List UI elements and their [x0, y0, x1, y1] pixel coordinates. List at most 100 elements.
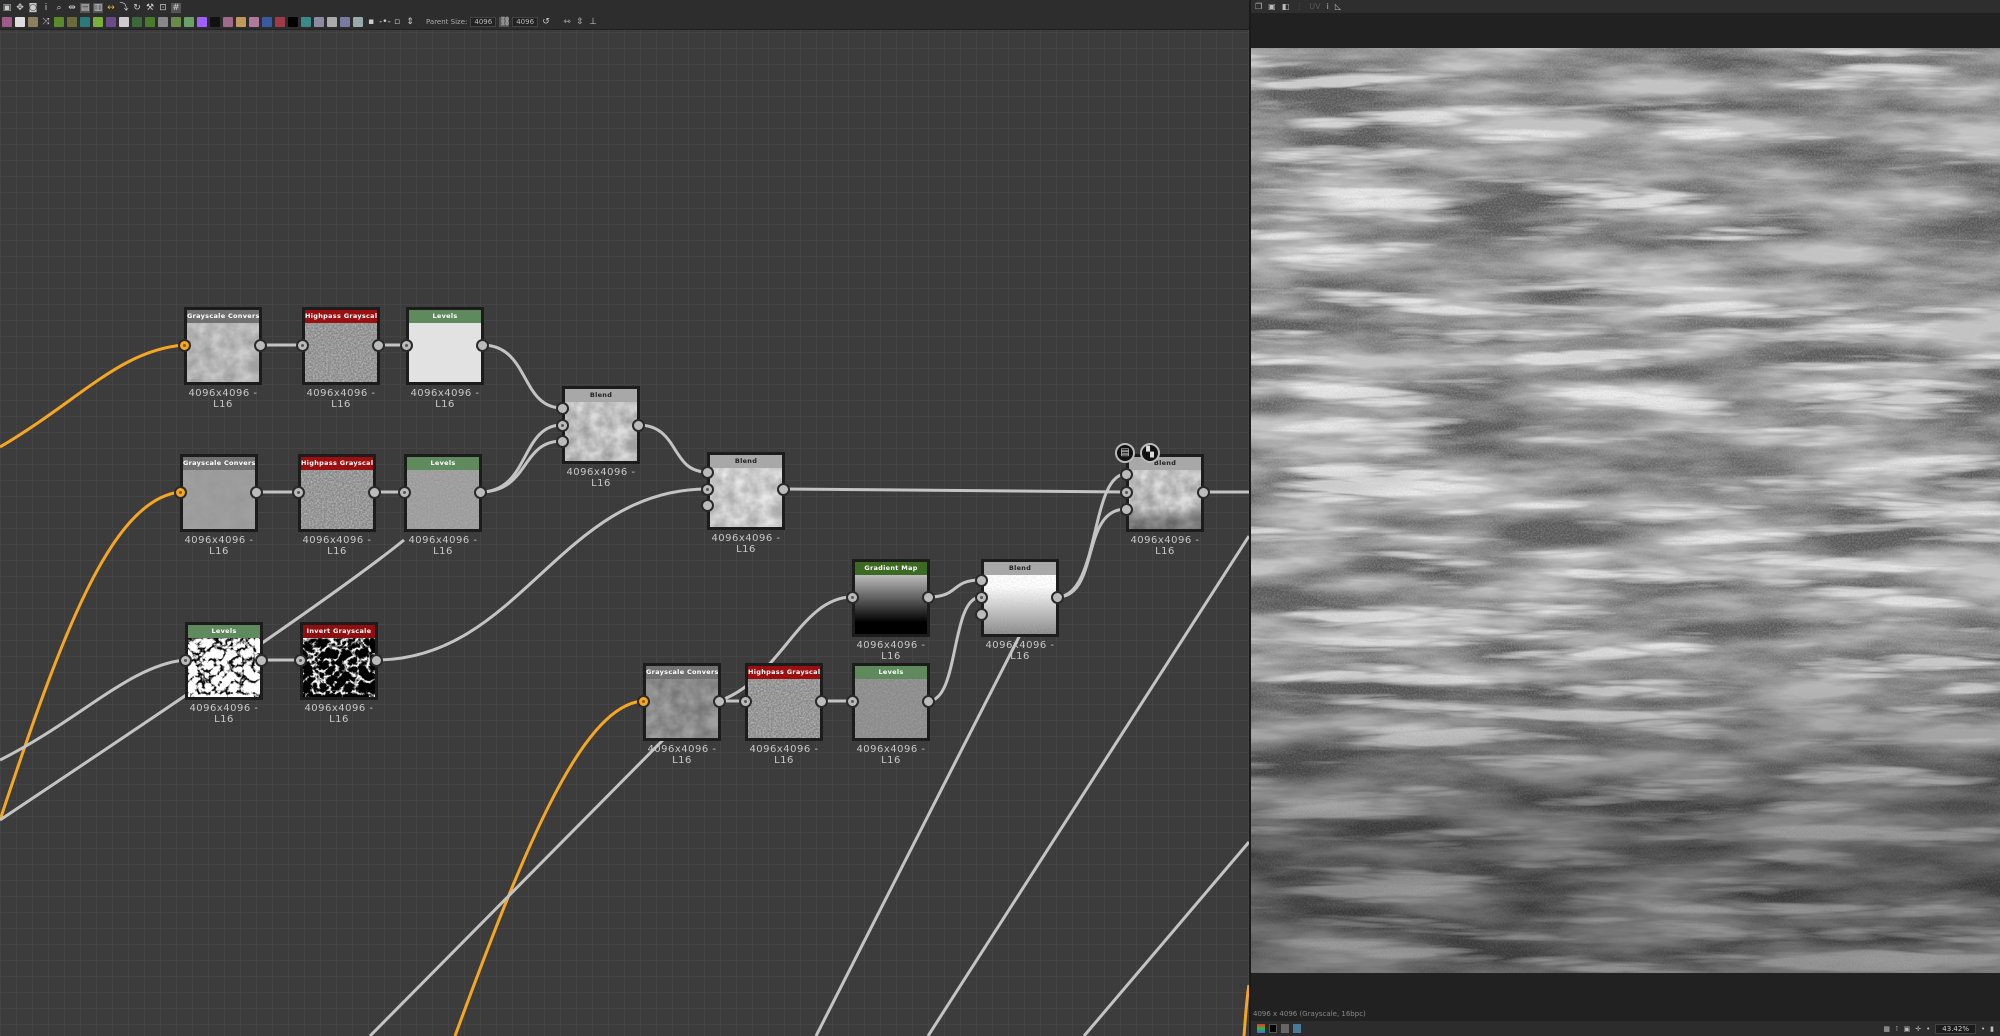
zoom-level-input[interactable]: 43.42% [1935, 1023, 1976, 1034]
background-black-icon[interactable] [1269, 1024, 1277, 1033]
reset-icon[interactable]: ↺ [541, 17, 551, 27]
output-port[interactable] [254, 339, 267, 352]
distribute-horizontal-icon[interactable]: ⇿ [562, 17, 572, 27]
save-icon[interactable]: ▣ [1268, 2, 1276, 11]
output-port[interactable] [370, 654, 383, 667]
node-levels-4[interactable]: Levels 4096x4096 - L16 [852, 663, 930, 766]
channels-icon[interactable]: ⋮ [1295, 2, 1303, 11]
move-icon[interactable]: ✥ [15, 3, 25, 13]
lock-icon[interactable]: ▮ [1990, 1025, 1994, 1033]
output-port[interactable] [1197, 486, 1210, 499]
output-port[interactable] [777, 483, 790, 496]
input-port[interactable] [1120, 503, 1133, 516]
dots-icon[interactable] [158, 17, 168, 27]
histogram-icon[interactable]: ◺ [1335, 2, 1341, 11]
output-port[interactable] [476, 339, 489, 352]
input-port[interactable] [637, 695, 650, 708]
output-port[interactable] [372, 339, 385, 352]
frame-view-icon[interactable]: ▥ [93, 3, 103, 13]
input-port[interactable] [975, 591, 988, 604]
center-icon[interactable]: ✛ [1915, 1025, 1921, 1033]
output-port[interactable] [922, 591, 935, 604]
uv-dropdown[interactable]: UV [1309, 2, 1320, 11]
fit-icon[interactable]: ▣ [1904, 1025, 1911, 1033]
output-port[interactable] [632, 419, 645, 432]
split-icon[interactable] [119, 17, 129, 27]
refresh-icon[interactable]: ↻ [132, 3, 142, 13]
contrast-icon[interactable] [171, 17, 181, 27]
input-port[interactable] [556, 402, 569, 415]
input-port[interactable] [296, 339, 309, 352]
align-tool-icon[interactable]: ⊥ [588, 17, 598, 27]
circle-icon[interactable] [106, 17, 116, 27]
svg-node-icon[interactable] [15, 17, 25, 27]
output-port[interactable] [922, 695, 935, 708]
pixel-processor-icon[interactable] [288, 17, 298, 27]
input-port[interactable] [556, 419, 569, 432]
output-port[interactable] [368, 486, 381, 499]
gradient-icon[interactable] [93, 17, 103, 27]
pin-icon[interactable]: -•- [379, 17, 391, 27]
slider-icon[interactable]: ⇕ [405, 17, 415, 27]
grid-icon[interactable]: ▦ [1883, 1025, 1890, 1033]
node-levels-2[interactable]: Levels 4096x4096 - L16 [404, 454, 482, 557]
graph-instance-icon[interactable] [340, 17, 350, 27]
node-levels-3[interactable]: Levels 4096x4096 - L16 [185, 622, 263, 725]
info-icon[interactable]: i [1327, 2, 1329, 11]
input-port[interactable] [174, 486, 187, 499]
output-port[interactable] [713, 695, 726, 708]
transform-icon[interactable] [80, 17, 90, 27]
input-port[interactable] [975, 608, 988, 621]
paste-icon[interactable]: ◧ [1282, 2, 1290, 11]
node-blend-2[interactable]: Blend 4096x4096 - L16 [707, 452, 785, 555]
checker-icon[interactable]: ▚ [1140, 443, 1160, 463]
tile-icon[interactable] [145, 17, 155, 27]
link-size-icon[interactable]: ⛓ [499, 17, 511, 27]
fx-icon[interactable] [275, 17, 285, 27]
input-port[interactable] [398, 486, 411, 499]
input-port[interactable] [975, 574, 988, 587]
texture-preview[interactable] [1251, 48, 2000, 973]
node-grayscale-conversion-1[interactable]: Grayscale Convers... 4096x4096 - L16 [184, 307, 262, 410]
normal-icon[interactable] [210, 17, 220, 27]
input-port[interactable] [846, 591, 859, 604]
layout-icon[interactable]: ▤ [80, 3, 90, 13]
hsl-icon[interactable] [197, 17, 207, 27]
parent-size-dropdown[interactable]: 4096 [470, 17, 497, 27]
input-port[interactable] [1120, 486, 1133, 499]
input-port[interactable] [400, 339, 413, 352]
dropper-icon[interactable] [67, 17, 77, 27]
input-port[interactable] [701, 499, 714, 512]
info-icon[interactable]: i [41, 3, 51, 13]
input-port[interactable] [701, 483, 714, 496]
copy-icon[interactable]: ❐ [1255, 2, 1262, 11]
input-port[interactable] [739, 695, 752, 708]
node-grayscale-conversion-3[interactable]: Grayscale Convers... 4096x4096 - L16 [643, 663, 721, 766]
dot-node-icon[interactable]: ▫ [392, 17, 402, 27]
input-port[interactable] [292, 486, 305, 499]
zoom-in-icon[interactable]: • [1981, 1025, 1985, 1033]
input-port[interactable] [178, 339, 191, 352]
zoom-out-icon[interactable]: • [1926, 1025, 1930, 1033]
node-highpass-grayscale-1[interactable]: Highpass Grayscale 4096x4096 - L16 [302, 307, 380, 410]
node-highpass-grayscale-2[interactable]: Highpass Grayscale 4096x4096 - L16 [298, 454, 376, 557]
output-port[interactable] [1051, 591, 1064, 604]
emboss-icon[interactable] [132, 17, 142, 27]
input-port[interactable] [556, 435, 569, 448]
input-port[interactable] [701, 466, 714, 479]
levels-icon[interactable] [184, 17, 194, 27]
bitmap-node-icon[interactable] [2, 17, 12, 27]
warp-icon[interactable] [223, 17, 233, 27]
node-blend-1[interactable]: Blend 4096x4096 - L16 [562, 386, 640, 489]
output-port[interactable] [815, 695, 828, 708]
output-port[interactable] [255, 654, 268, 667]
input-port[interactable] [294, 654, 307, 667]
link-icon[interactable]: ⇹ [67, 3, 77, 13]
camera-icon[interactable]: ◙ [28, 3, 38, 13]
sharpen-icon[interactable] [236, 17, 246, 27]
node-levels-1[interactable]: Levels 4096x4096 - L16 [406, 307, 484, 410]
export-icon[interactable]: ⊡ [158, 3, 168, 13]
route-icon[interactable]: ⤵ [119, 3, 129, 13]
input-port[interactable] [179, 654, 192, 667]
output-doc-icon[interactable]: ▤ [1115, 443, 1135, 463]
